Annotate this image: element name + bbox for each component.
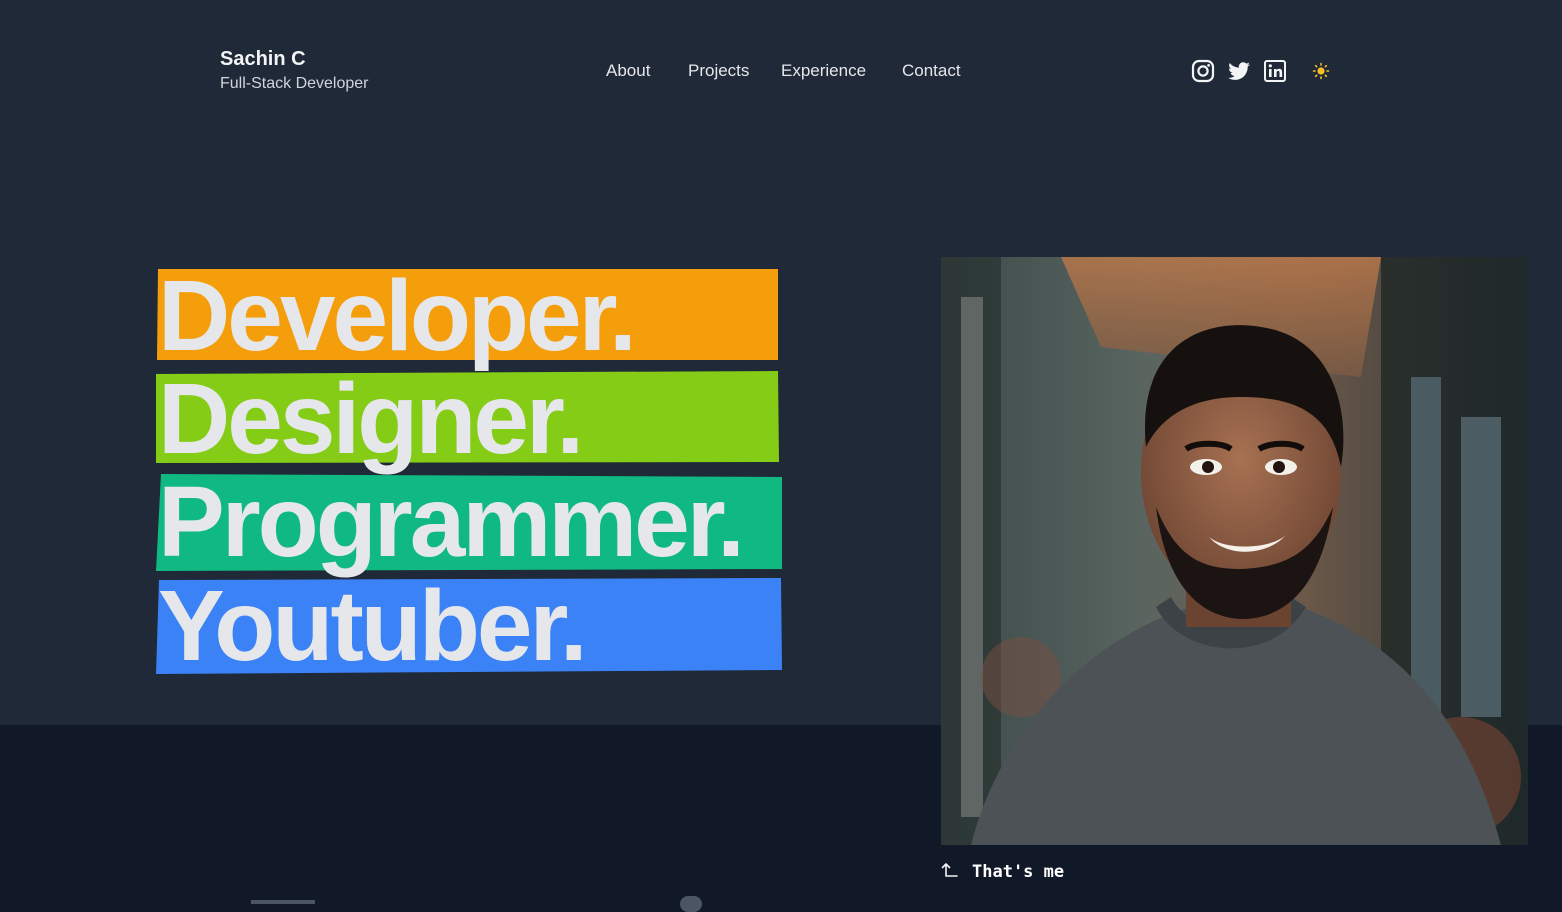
hero-word-youtuber: Youtuber.	[156, 570, 784, 682]
hero-word-programmer: Programmer.	[156, 466, 784, 578]
twitter-icon[interactable]	[1226, 58, 1252, 84]
sun-icon[interactable]	[1308, 58, 1334, 84]
nav-contact[interactable]: Contact	[902, 60, 961, 82]
nav-about[interactable]: About	[606, 60, 650, 82]
scroll-peek-dot	[680, 896, 702, 912]
instagram-icon[interactable]	[1190, 58, 1216, 84]
hero-word-text: Youtuber.	[158, 570, 588, 682]
arrow-up-icon	[941, 860, 959, 883]
scroll-peek-bar	[251, 900, 315, 904]
hero-word-developer: Developer.	[156, 260, 780, 372]
nav-experience[interactable]: Experience	[781, 60, 866, 82]
hero-word-text: Developer.	[158, 260, 637, 372]
profile-photo	[941, 257, 1528, 845]
nav-projects[interactable]: Projects	[688, 60, 749, 82]
linkedin-icon[interactable]	[1262, 58, 1288, 84]
hero-word-text: Designer.	[158, 363, 584, 475]
hero-word-designer: Designer.	[156, 363, 780, 475]
caption-text: That's me	[972, 862, 1065, 882]
hero-word-text: Programmer.	[158, 466, 745, 578]
